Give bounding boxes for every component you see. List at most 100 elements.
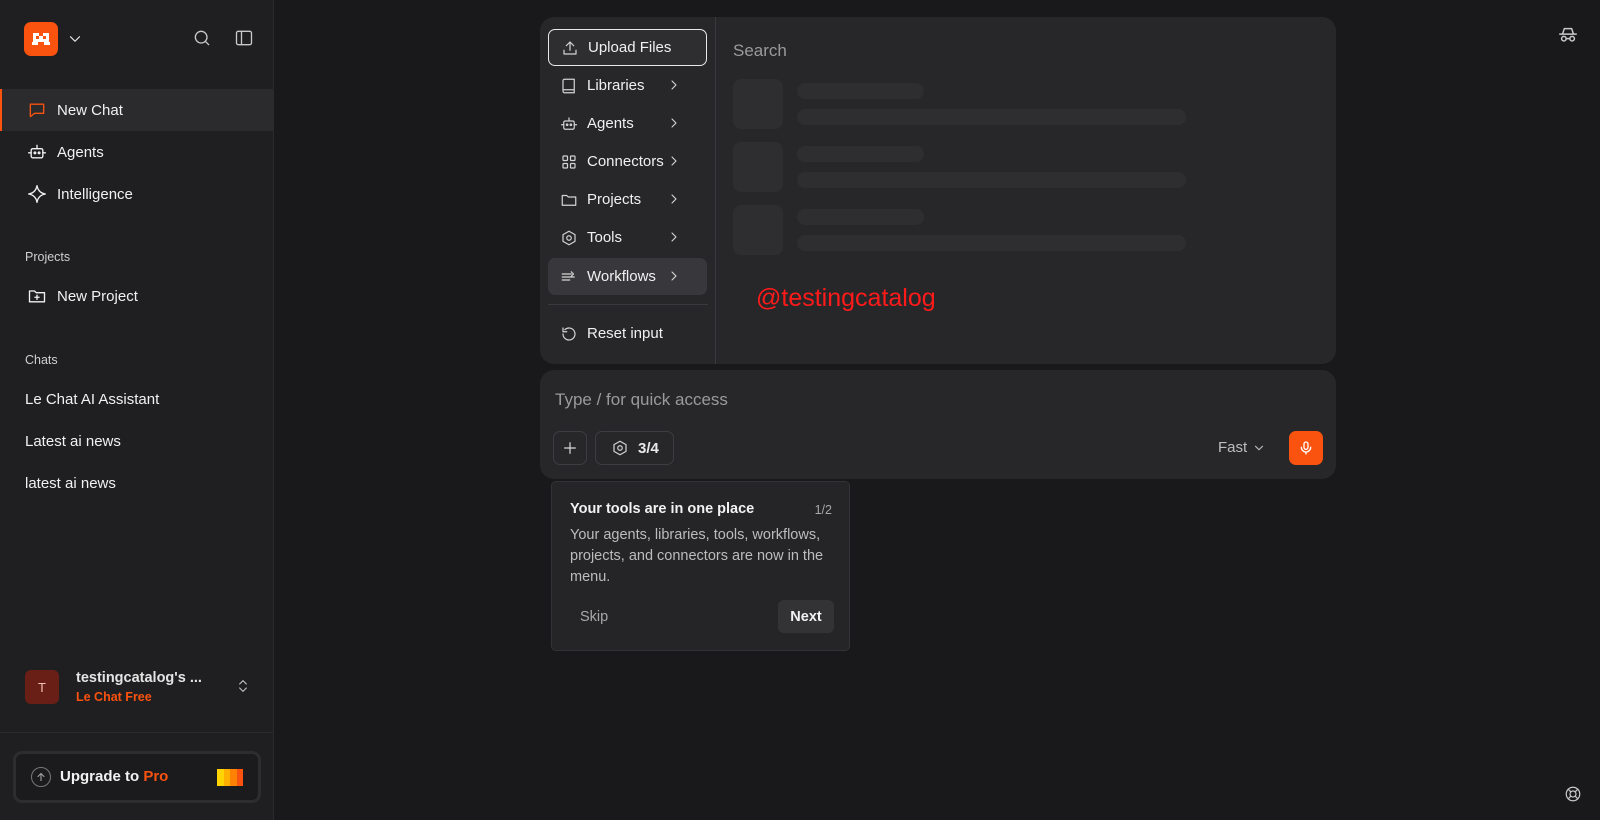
workflow-icon [560,268,578,286]
chat-history-item[interactable]: Latest ai news [25,433,121,450]
robot-icon [560,115,578,133]
reset-icon [560,325,578,343]
hexagon-icon [611,439,629,457]
menu-item-agents[interactable]: Agents [548,105,707,142]
tooltip-title: Your tools are in one place [570,501,755,517]
menu-item-label: Workflows [587,268,656,285]
chevron-right-icon [666,115,684,133]
upload-icon [561,39,579,57]
menu-search-input[interactable]: Search [733,41,787,61]
sidebar-item-new-chat[interactable]: New Chat [0,89,274,131]
robot-icon [26,141,48,163]
new-project-button[interactable]: New Project [0,275,274,317]
tools-menu-list: Upload Files Libraries Agents Connectors… [540,17,716,364]
sidebar: New Chat Agents Intelligence Projects Ne… [0,0,274,820]
loading-skeleton [797,146,924,162]
chat-composer: Type / for quick access 3/4 Fast [540,370,1336,479]
sidebar-item-intelligence[interactable]: Intelligence [0,173,274,215]
loading-skeleton [797,209,924,225]
menu-item-label: Agents [587,115,634,132]
next-button[interactable]: Next [778,600,834,633]
account-switcher[interactable]: T testingcatalog's ... Le Chat Free [25,668,257,704]
avatar: T [25,670,59,704]
folder-plus-icon [26,285,48,307]
loading-skeleton [733,142,783,192]
folder-icon [560,191,578,209]
grid-icon [560,153,578,171]
tools-button[interactable]: 3/4 [595,431,674,465]
chevron-right-icon [666,229,684,247]
chevron-down-icon [1255,445,1264,450]
sidebar-toggle-icon[interactable] [234,28,254,48]
menu-item-tools[interactable]: Tools [548,219,707,256]
menu-item-label: Upload Files [588,39,672,56]
chat-history-item[interactable]: latest ai news [25,475,116,492]
sidebar-item-label: New Project [57,287,138,305]
onboarding-tooltip: Your tools are in one place 1/2 Your age… [551,481,850,651]
menu-item-reset-input[interactable]: Reset input [548,315,707,352]
sidebar-item-label: Intelligence [57,185,133,203]
menu-item-projects[interactable]: Projects [548,181,707,218]
plus-icon [564,442,576,454]
mode-label: Fast [1218,439,1248,456]
upgrade-text: Upgrade to [60,768,144,785]
sparkle-icon [26,183,48,205]
loading-skeleton [797,235,1186,251]
chevron-right-icon [666,153,684,171]
tools-count: 3/4 [638,439,659,457]
menu-item-label: Projects [587,191,642,208]
upgrade-to-pro-button[interactable]: Upgrade to Pro [13,751,261,803]
loading-skeleton [797,172,1186,188]
message-input[interactable]: Type / for quick access [555,390,728,410]
hexagon-icon [560,229,578,247]
add-button[interactable] [553,431,587,465]
loading-skeleton [797,83,924,99]
upgrade-label: Upgrade to Pro [60,768,168,785]
pro-label: Pro [143,768,169,785]
chat-bubble-icon [26,99,48,121]
mistral-logo-button[interactable] [24,22,58,56]
mode-select[interactable]: Fast [1218,439,1266,456]
tooltip-body: Your agents, libraries, tools, workflows… [570,527,824,585]
incognito-icon[interactable] [1557,24,1579,46]
projects-section-label: Projects [25,250,71,264]
tools-menu: Upload Files Libraries Agents Connectors… [540,17,1336,364]
menu-item-workflows[interactable]: Workflows [548,258,707,295]
sidebar-header [24,22,256,56]
menu-item-label: Tools [587,229,623,246]
account-plan: Le Chat Free [76,690,152,704]
loading-skeleton [733,79,783,129]
menu-item-label: Libraries [587,77,645,94]
sidebar-item-agents[interactable]: Agents [0,131,274,173]
loading-skeleton [733,205,783,255]
book-icon [560,77,578,95]
loading-skeleton [797,109,1186,125]
menu-item-label: Reset input [587,325,663,342]
tooltip-step-counter: 1/2 [814,503,832,517]
search-icon[interactable] [192,28,212,48]
voice-input-button[interactable] [1289,431,1323,465]
sidebar-item-label: New Chat [57,101,123,119]
chevron-right-icon [666,77,684,95]
chevron-down-icon[interactable] [66,30,84,48]
microphone-icon [1300,441,1312,455]
help-icon[interactable] [1564,785,1582,803]
menu-item-upload-files[interactable]: Upload Files [548,29,707,66]
menu-item-libraries[interactable]: Libraries [548,67,707,104]
pro-badge-icon [217,769,243,786]
menu-item-connectors[interactable]: Connectors [548,143,707,180]
chats-section-label: Chats [25,353,58,367]
sidebar-item-label: Agents [57,143,104,161]
arrow-up-circle-icon [31,767,51,787]
skip-button[interactable]: Skip [580,609,608,625]
mistral-logo-icon [32,33,50,45]
menu-divider [548,304,708,305]
watermark: @testingcatalog [756,284,936,312]
chat-history-item[interactable]: Le Chat AI Assistant [25,391,159,408]
chevron-right-icon [666,191,684,209]
menu-item-label: Connectors [587,153,664,170]
sidebar-divider [0,732,274,733]
chevron-right-icon [666,268,684,286]
account-name: testingcatalog's ... [76,670,202,686]
chevron-up-down-icon [235,678,251,694]
